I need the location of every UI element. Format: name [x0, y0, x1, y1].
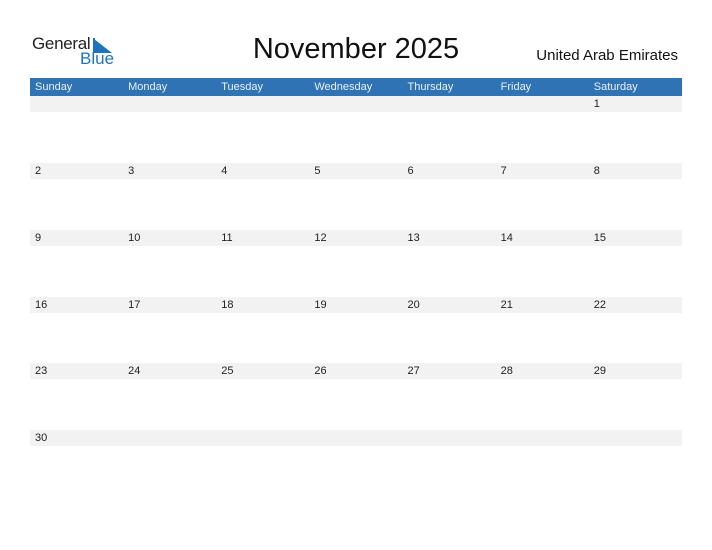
- day-cell: 24: [123, 363, 217, 430]
- day-number: 29: [588, 363, 682, 379]
- day-cell: [216, 430, 310, 497]
- day-cell: 17: [123, 297, 217, 364]
- day-cell: 4: [216, 163, 310, 230]
- day-number: [309, 96, 403, 112]
- day-number: [216, 96, 310, 112]
- day-number: 20: [402, 297, 496, 313]
- weekday-header: Sunday Monday Tuesday Wednesday Thursday…: [30, 78, 682, 96]
- day-number: 10: [123, 230, 217, 246]
- day-cell: [402, 430, 496, 497]
- day-cell: [309, 430, 403, 497]
- day-number: 9: [30, 230, 124, 246]
- day-number: 18: [216, 297, 310, 313]
- day-cell: 23: [30, 363, 124, 430]
- day-cell: [495, 430, 589, 497]
- country-label: United Arab Emirates: [536, 47, 678, 64]
- day-cell: 10: [123, 230, 217, 297]
- day-cell: 15: [588, 230, 682, 297]
- weekday-saturday: Saturday: [593, 81, 638, 93]
- day-number: [123, 96, 217, 112]
- day-cell: 7: [495, 163, 589, 230]
- weekday-wednesday: Wednesday: [314, 81, 373, 93]
- day-number: 2: [30, 163, 124, 179]
- day-number: [309, 430, 403, 446]
- day-cell: 22: [588, 297, 682, 364]
- day-number: 27: [402, 363, 496, 379]
- day-cell: 12: [309, 230, 403, 297]
- day-number: 21: [495, 297, 589, 313]
- day-number: 13: [402, 230, 496, 246]
- day-number: 24: [123, 363, 217, 379]
- day-number: 5: [309, 163, 403, 179]
- day-cell: 2: [30, 163, 124, 230]
- weekday-sunday: Sunday: [35, 81, 73, 93]
- day-cell: 26: [309, 363, 403, 430]
- day-number: 15: [588, 230, 682, 246]
- day-cell: [123, 96, 217, 163]
- day-number: 14: [495, 230, 589, 246]
- day-cell: 25: [216, 363, 310, 430]
- day-number: 1: [588, 96, 682, 112]
- week-row: 9 10 11 12 13 14 15: [30, 230, 682, 297]
- week-row: 30: [30, 430, 682, 497]
- day-number: 28: [495, 363, 589, 379]
- day-cell: 29: [588, 363, 682, 430]
- day-number: [402, 96, 496, 112]
- day-number: 23: [30, 363, 124, 379]
- day-number: 3: [123, 163, 217, 179]
- day-number: 16: [30, 297, 124, 313]
- day-cell: 28: [495, 363, 589, 430]
- day-cell: [588, 430, 682, 497]
- day-number: 8: [588, 163, 682, 179]
- weekday-thursday: Thursday: [407, 81, 454, 93]
- day-number: 17: [123, 297, 217, 313]
- day-number: [402, 430, 496, 446]
- day-number: [30, 96, 124, 112]
- day-number: 19: [309, 297, 403, 313]
- day-cell: [309, 96, 403, 163]
- day-cell: [402, 96, 496, 163]
- week-row: 23 24 25 26 27 28 29: [30, 363, 682, 430]
- day-number: [123, 430, 217, 446]
- day-number: 7: [495, 163, 589, 179]
- day-cell: 27: [402, 363, 496, 430]
- day-cell: 9: [30, 230, 124, 297]
- day-number: 4: [216, 163, 310, 179]
- day-cell: [495, 96, 589, 163]
- day-number: 26: [309, 363, 403, 379]
- day-cell: 16: [30, 297, 124, 364]
- day-cell: 3: [123, 163, 217, 230]
- day-cell: [216, 96, 310, 163]
- day-number: 25: [216, 363, 310, 379]
- day-cell: [30, 96, 124, 163]
- day-number: 6: [402, 163, 496, 179]
- day-number: 12: [309, 230, 403, 246]
- week-row: 16 17 18 19 20 21 22: [30, 297, 682, 364]
- weekday-tuesday: Tuesday: [221, 81, 264, 93]
- day-cell: 13: [402, 230, 496, 297]
- day-cell: 19: [309, 297, 403, 364]
- day-cell: 11: [216, 230, 310, 297]
- day-cell: 14: [495, 230, 589, 297]
- day-cell: 6: [402, 163, 496, 230]
- day-cell: [123, 430, 217, 497]
- day-cell: 21: [495, 297, 589, 364]
- weekday-friday: Friday: [500, 81, 532, 93]
- day-cell: 18: [216, 297, 310, 364]
- day-cell: 1: [588, 96, 682, 163]
- day-number: 22: [588, 297, 682, 313]
- day-cell: 20: [402, 297, 496, 364]
- day-number: 11: [216, 230, 310, 246]
- day-number: [495, 430, 589, 446]
- day-cell: 5: [309, 163, 403, 230]
- day-number: [216, 430, 310, 446]
- day-number: [495, 96, 589, 112]
- weekday-monday: Monday: [128, 81, 168, 93]
- day-number: [588, 430, 682, 446]
- week-row: 1: [30, 96, 682, 163]
- day-cell: 30: [30, 430, 124, 497]
- day-number: 30: [30, 430, 124, 446]
- week-row: 2345678: [30, 163, 682, 230]
- day-cell: 8: [588, 163, 682, 230]
